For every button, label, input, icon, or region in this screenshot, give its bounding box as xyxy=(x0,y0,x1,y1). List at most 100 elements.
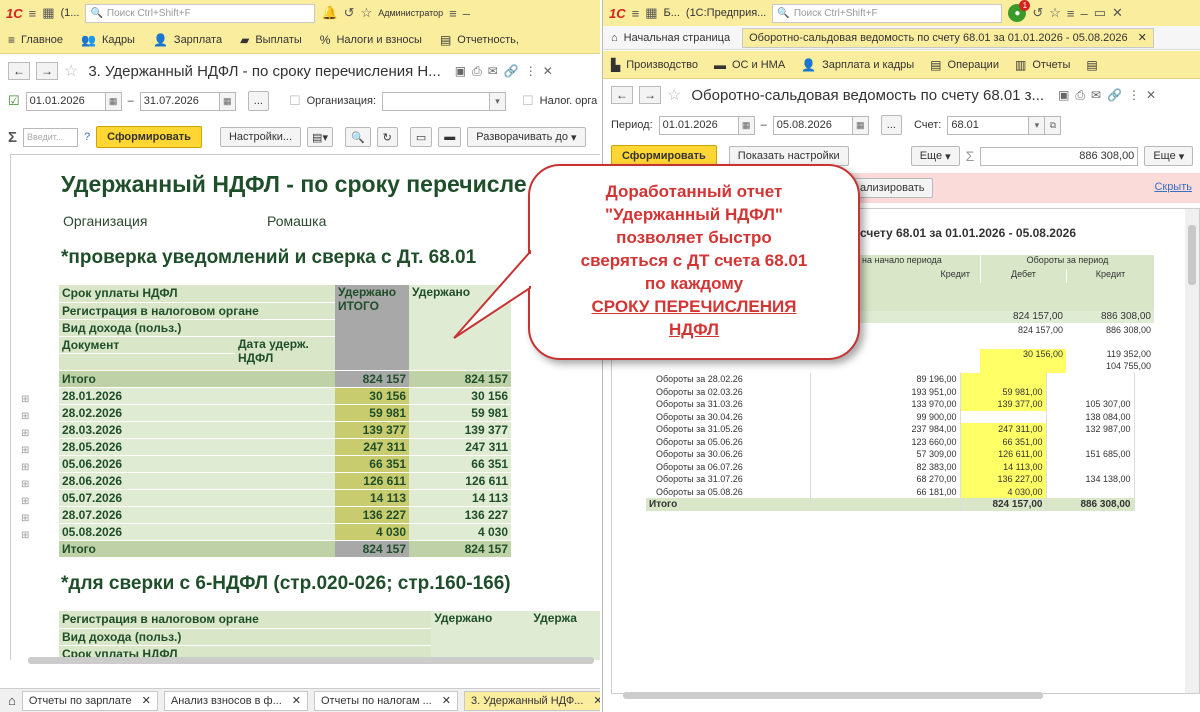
dropdown-icon[interactable]: ▾ xyxy=(1029,115,1046,135)
analyze-button[interactable]: ализировать xyxy=(851,178,934,198)
menu-item-payments[interactable]: ▰ Выплаты xyxy=(240,33,302,47)
favorite-star-icon[interactable]: ☆ xyxy=(667,85,681,105)
calendar-icon[interactable]: ▦ xyxy=(219,91,236,111)
menu-item-staff[interactable]: 👥 Кадры xyxy=(81,33,135,47)
menu-icon[interactable]: ≡ xyxy=(29,6,37,21)
more-icon[interactable]: ⋮ xyxy=(1128,88,1140,102)
search-input[interactable]: 🔍 Поиск Ctrl+Shift+F xyxy=(772,3,1003,23)
menu-item-assets[interactable]: ▬ ОС и НМА xyxy=(714,58,785,72)
vertical-scrollbar[interactable] xyxy=(1185,209,1199,693)
settings-icon[interactable]: ≡ xyxy=(449,6,457,21)
hide-link[interactable]: Скрыть xyxy=(1154,181,1192,193)
horizontal-scrollbar[interactable] xyxy=(28,657,594,664)
more-button-2[interactable]: Еще ▾ xyxy=(1144,146,1194,166)
variant-icon[interactable]: ▤▾ xyxy=(307,127,333,147)
collapse-icon[interactable]: ▬ xyxy=(438,127,462,147)
expand-markers[interactable]: ⊞ ⊞ ⊞ ⊞ ⊞ ⊞ ⊞ ⊞ ⊞ xyxy=(21,391,29,544)
show-settings-button[interactable]: Показать настройки xyxy=(728,146,849,166)
menu-item-salary[interactable]: 👤 Зарплата xyxy=(153,33,222,47)
forward-button[interactable]: → xyxy=(36,62,58,80)
date-to-field[interactable]: 31.07.2026 xyxy=(139,91,220,111)
tab-salary-reports[interactable]: Отчеты по зарплате ✕ xyxy=(21,690,158,711)
tab-ndfl[interactable]: 3. Удержанный НДФ... ✕ xyxy=(463,690,600,711)
menu-item-reports[interactable]: ▥ Отчеты xyxy=(1015,58,1070,72)
calendar-icon[interactable]: ▦ xyxy=(852,115,869,135)
refresh-icon[interactable]: ↻ xyxy=(376,127,398,147)
tab-home[interactable]: Начальная страница xyxy=(624,32,730,44)
menu-item-operations[interactable]: ▤ Операции xyxy=(930,58,999,72)
tab-contributions[interactable]: Анализ взносов в ф... ✕ xyxy=(163,690,308,711)
calendar-icon[interactable]: ▦ xyxy=(105,91,122,111)
menu-item-taxes[interactable]: % Налоги и взносы xyxy=(320,33,422,47)
menu-item-hr[interactable]: 👤 Зарплата и кадры xyxy=(801,58,914,72)
open-icon[interactable]: ⧉ xyxy=(1045,115,1062,135)
sigma-icon[interactable]: Σ xyxy=(8,129,17,146)
date-from-field[interactable]: 01.01.2026 xyxy=(25,91,106,111)
menu-item-reports[interactable]: ▤ Отчетность, xyxy=(440,33,519,47)
user-name[interactable]: Администратор xyxy=(378,8,443,18)
close-icon[interactable]: ✕ xyxy=(1146,88,1156,102)
table-row[interactable]: 05.07.2026 14 113 14 113 xyxy=(59,489,511,507)
period-select-button[interactable]: ... xyxy=(247,91,269,111)
minimize-icon[interactable]: – xyxy=(463,6,470,21)
save-icon[interactable]: ▣ xyxy=(455,64,466,78)
table-row[interactable]: 28.05.2026 247 311 247 311 xyxy=(59,438,511,456)
back-button[interactable]: ← xyxy=(611,86,633,104)
mail-icon[interactable]: ✉ xyxy=(1091,88,1101,102)
grid-icon[interactable]: ▦ xyxy=(42,5,54,21)
table-row[interactable]: 05.08.2026 4 030 4 030 xyxy=(59,523,511,541)
expand-to-button[interactable]: Разворачивать до ▾ xyxy=(467,127,586,147)
link-icon[interactable]: 🔗 xyxy=(504,64,519,78)
close-icon[interactable]: ✕ xyxy=(543,64,553,78)
tax-org-checkbox[interactable]: ☐ xyxy=(522,93,534,109)
date-to-field[interactable]: 05.08.2026 xyxy=(772,115,853,135)
bell-icon[interactable]: 🔔 xyxy=(321,5,337,21)
table-row[interactable]: 28.02.2026 59 981 59 981 xyxy=(59,404,511,422)
table-row[interactable]: 28.07.2026 136 227 136 227 xyxy=(59,506,511,524)
date-from-field[interactable]: 01.01.2026 xyxy=(658,115,739,135)
minimize-icon[interactable]: – xyxy=(1081,6,1088,21)
period-select-button[interactable]: ... xyxy=(880,115,902,135)
forward-button[interactable]: → xyxy=(639,86,661,104)
settings-icon[interactable]: ≡ xyxy=(1067,6,1075,21)
org-checkbox[interactable]: ☐ xyxy=(289,93,301,109)
notification-icon[interactable]: ● 1 xyxy=(1008,0,1031,22)
scrollbar-thumb[interactable] xyxy=(1188,225,1196,285)
sigma-icon[interactable]: Σ xyxy=(966,148,975,164)
more-icon[interactable]: ⋮ xyxy=(525,64,537,78)
favorite-star-icon[interactable]: ☆ xyxy=(64,61,78,81)
menu-item-main[interactable]: ≡ Главное xyxy=(8,33,63,47)
expand-icon[interactable]: ▭ xyxy=(409,127,433,147)
save-icon[interactable]: ▣ xyxy=(1058,88,1069,102)
generate-button[interactable]: Сформировать xyxy=(96,126,202,148)
star-icon[interactable]: ☆ xyxy=(361,5,373,21)
settings-button[interactable]: Настройки... xyxy=(219,127,302,147)
back-button[interactable]: ← xyxy=(8,62,30,80)
maximize-icon[interactable]: ▭ xyxy=(1094,5,1106,21)
tab-osv[interactable]: Оборотно-сальдовая ведомость по счету 68… xyxy=(742,27,1154,48)
link-icon[interactable]: 🔗 xyxy=(1107,88,1122,102)
print-icon[interactable]: ⎙ xyxy=(472,64,482,79)
table-row[interactable]: 28.03.2026 139 377 139 377 xyxy=(59,421,511,439)
table-row[interactable]: 05.06.2026 66 351 66 351 xyxy=(59,455,511,473)
star-icon[interactable]: ☆ xyxy=(1049,5,1061,21)
history-icon[interactable]: ↺ xyxy=(344,5,355,21)
menu-item-production[interactable]: ▙ Производство xyxy=(611,58,698,72)
home-icon[interactable]: ⌂ xyxy=(8,693,16,708)
home-icon[interactable]: ⌂ xyxy=(611,32,618,44)
tab-tax-reports[interactable]: Отчеты по налогам ... ✕ xyxy=(314,690,458,711)
menu-icon[interactable]: ≡ xyxy=(632,6,640,21)
close-window-icon[interactable]: ✕ xyxy=(1112,5,1123,21)
grid-icon[interactable]: ▦ xyxy=(645,5,657,21)
menu-item-more[interactable]: ▤ xyxy=(1086,58,1097,72)
history-icon[interactable]: ↺ xyxy=(1032,5,1043,21)
mail-icon[interactable]: ✉ xyxy=(488,64,498,78)
calendar-icon[interactable]: ▦ xyxy=(738,115,755,135)
account-field[interactable]: 68.01 xyxy=(947,115,1030,135)
quick-search-input[interactable]: Введит... xyxy=(23,127,79,147)
period-checkbox[interactable]: ☑ xyxy=(8,93,20,109)
help-link[interactable]: ? xyxy=(84,131,90,143)
print-icon[interactable]: ⎙ xyxy=(1075,88,1085,103)
org-field[interactable] xyxy=(382,91,491,111)
search-input[interactable]: 🔍 Поиск Ctrl+Shift+F xyxy=(85,3,316,23)
